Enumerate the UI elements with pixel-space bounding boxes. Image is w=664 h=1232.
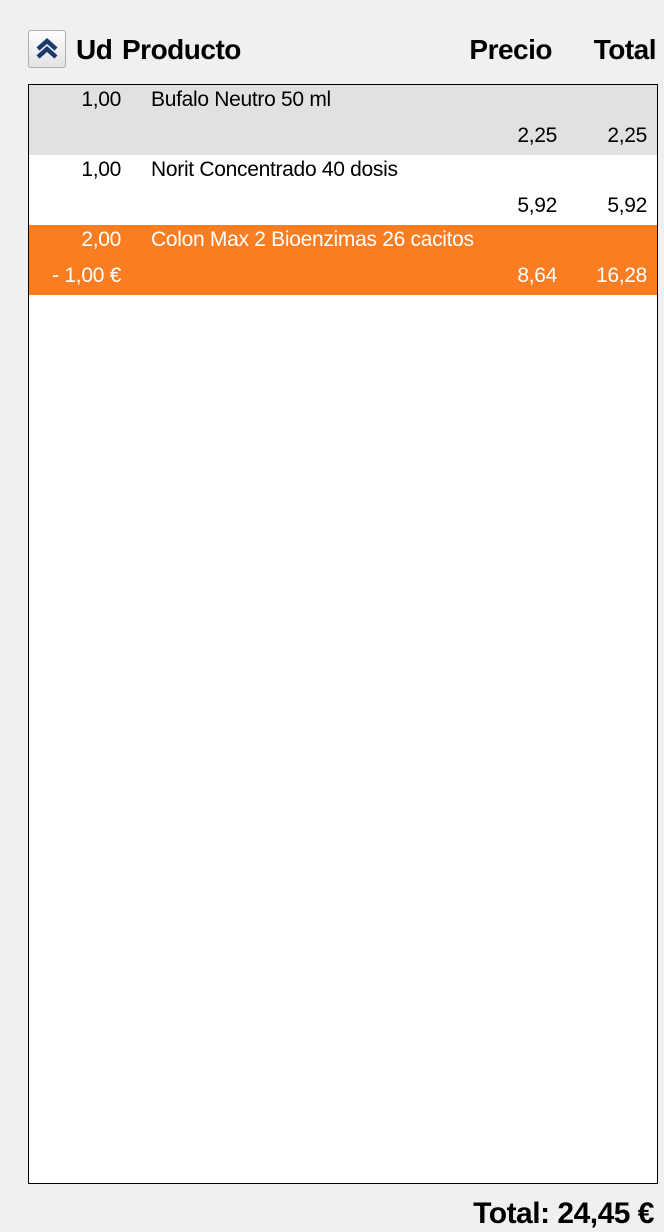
line-total: 5,92 [607,194,647,217]
ticket-total: Total: 24,45 € [473,1197,654,1230]
column-header-producto[interactable]: Producto [122,32,241,68]
ticket-lines-list[interactable]: 1,00 Bufalo Neutro 50 ml 2,25 2,25 1,00 … [28,84,658,1184]
line-unit-price: 8,64 [517,264,557,287]
collapse-button[interactable] [28,30,66,68]
line-discount: - 1,00 € [52,264,121,287]
line-unit-price: 2,25 [517,124,557,147]
column-header-precio[interactable]: Precio [469,32,552,68]
line-total: 2,25 [607,124,647,147]
ticket-line-row-selected[interactable]: 2,00 Colon Max 2 Bioenzimas 26 cacitos -… [29,225,657,295]
line-quantity: 1,00 [81,158,121,181]
line-product-name: Colon Max 2 Bioenzimas 26 cacitos [151,228,474,251]
column-header-ud[interactable]: Ud [76,32,113,68]
line-product-name: Bufalo Neutro 50 ml [151,88,331,111]
ticket-line-row[interactable]: 1,00 Bufalo Neutro 50 ml 2,25 2,25 [29,85,657,155]
line-unit-price: 5,92 [517,194,557,217]
column-header-total[interactable]: Total [594,32,657,68]
line-total: 16,28 [595,264,647,287]
line-product-name: Norit Concentrado 40 dosis [151,158,398,181]
ticket-line-row[interactable]: 1,00 Norit Concentrado 40 dosis 5,92 5,9… [29,155,657,225]
line-quantity: 2,00 [81,228,121,251]
line-quantity: 1,00 [81,88,121,111]
double-chevron-up-icon [36,38,58,59]
ticket-header: Ud Producto Precio Total [0,0,664,84]
